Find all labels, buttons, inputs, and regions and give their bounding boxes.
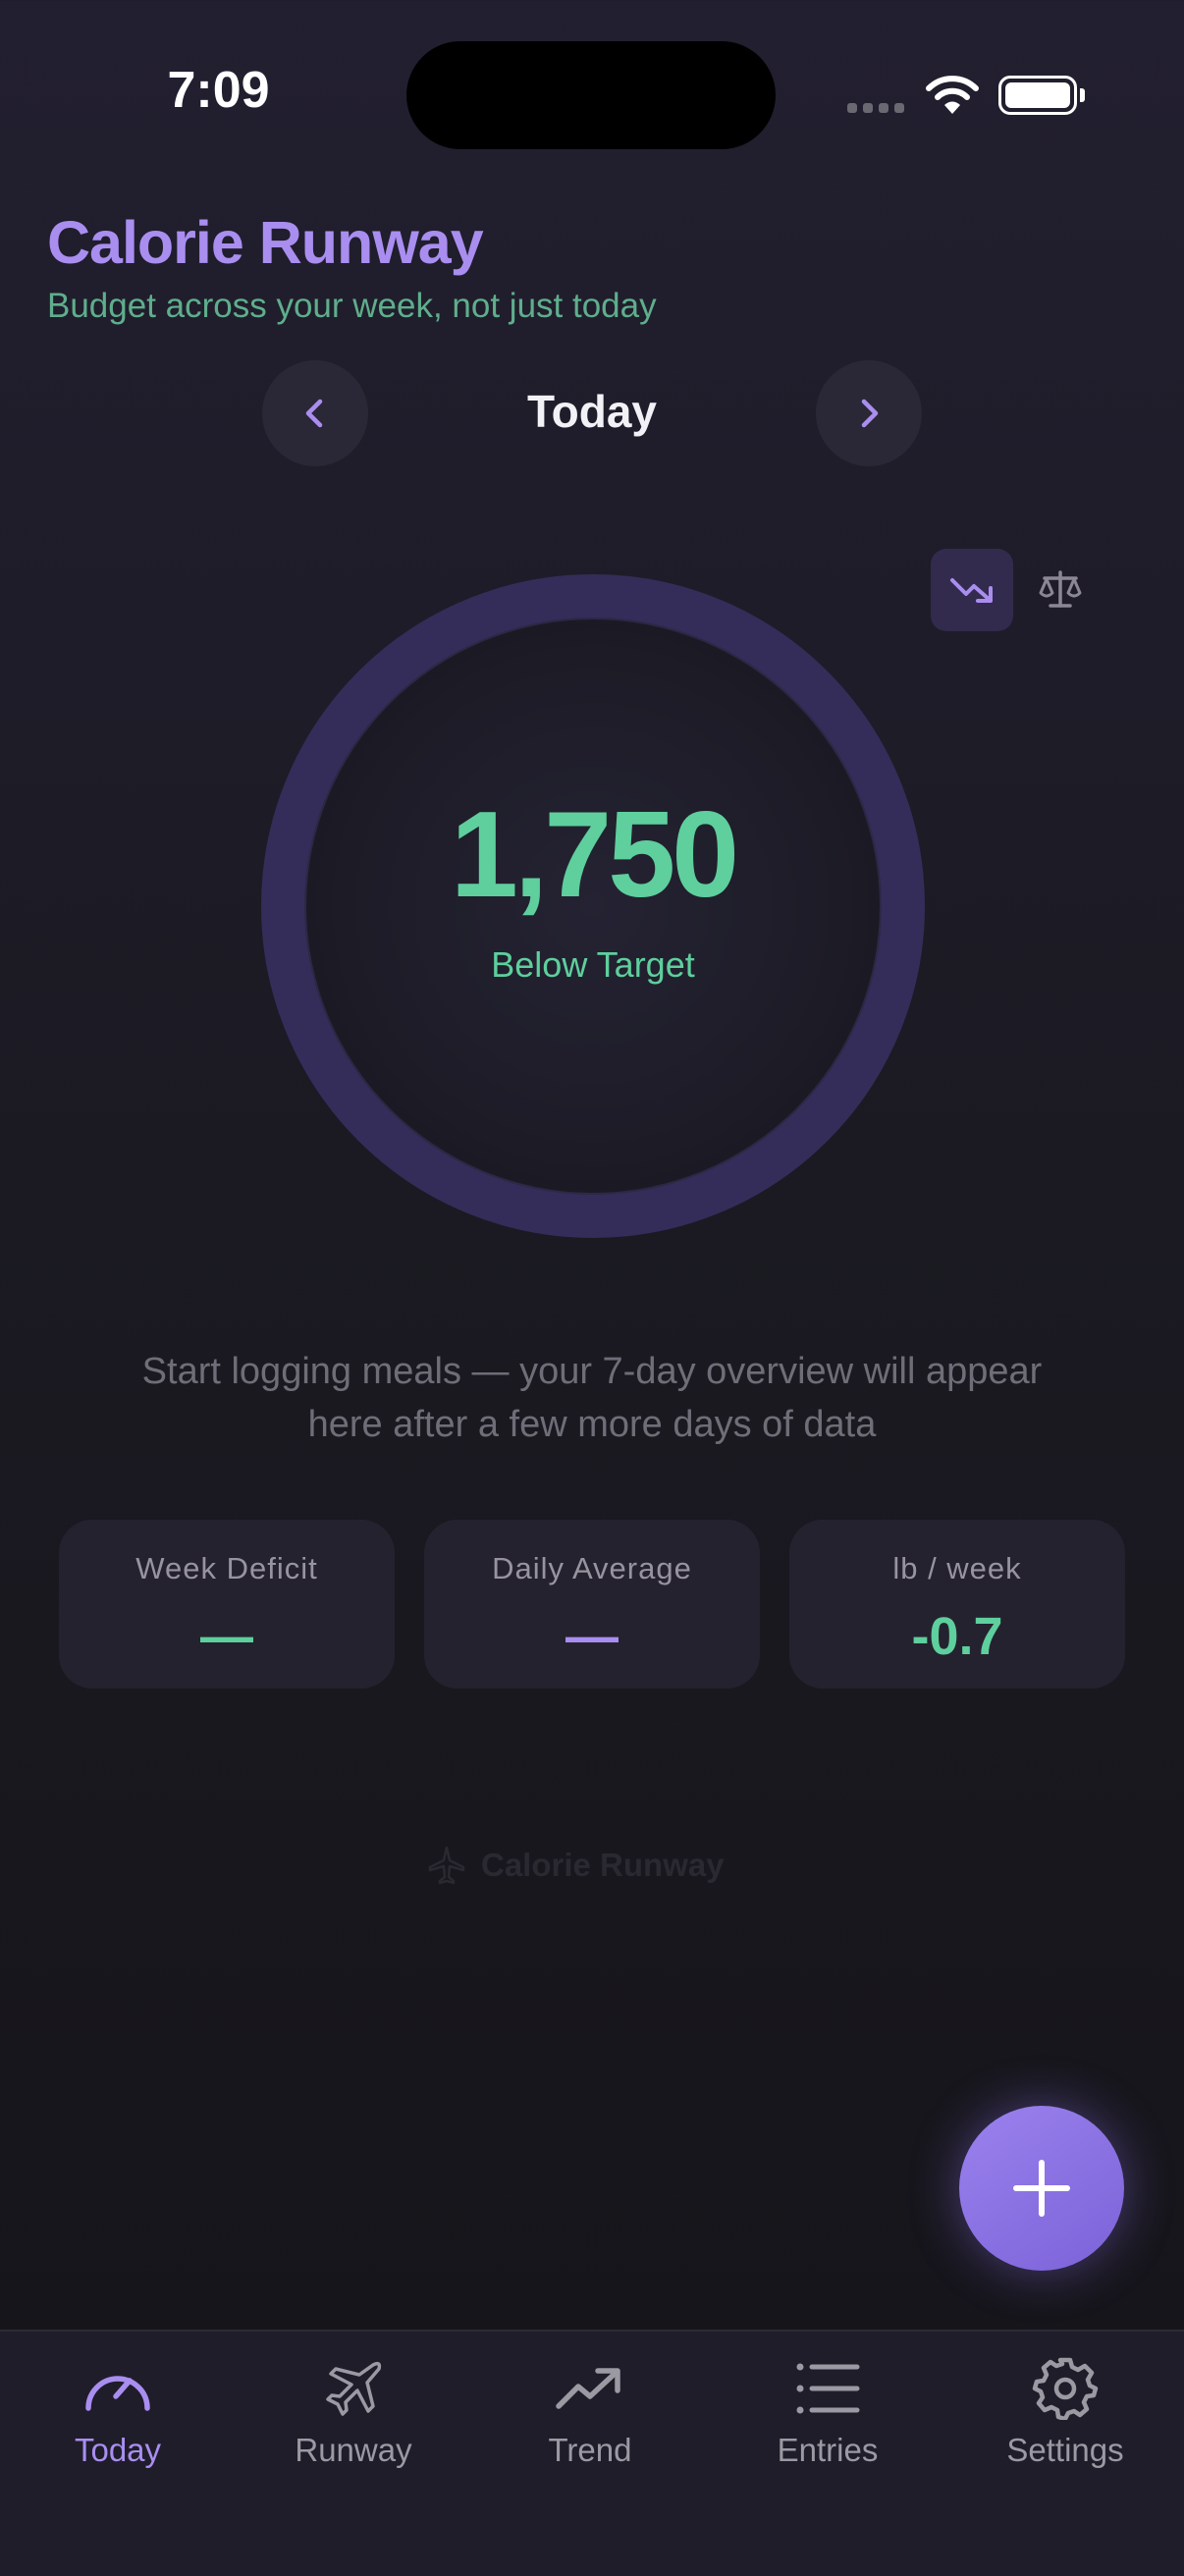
stat-card-week-deficit: Week Deficit — <box>59 1520 395 1689</box>
add-entry-button[interactable] <box>959 2106 1124 2271</box>
list-icon <box>796 2363 860 2414</box>
calorie-value: 1,750 <box>450 787 739 923</box>
tab-label: Settings <box>1006 2432 1124 2468</box>
chevron-right-icon <box>861 399 879 428</box>
battery-cap <box>1080 88 1085 102</box>
tab-trend[interactable]: Trend <box>482 2357 698 2469</box>
trend-down-icon <box>950 578 993 603</box>
stat-card-daily-average: Daily Average — <box>424 1520 760 1689</box>
empty-state-message: Start logging meals — your 7-day overvie… <box>141 1351 1043 1445</box>
calorie-status-label: Below Target <box>491 944 695 985</box>
stat-value: — <box>565 1607 619 1666</box>
tab-settings[interactable]: Settings <box>957 2357 1173 2469</box>
wifi-icon <box>926 76 979 114</box>
dynamic-island <box>406 41 776 149</box>
airplane-icon <box>326 2361 382 2416</box>
stat-label: Daily Average <box>492 1551 692 1585</box>
plus-icon <box>1013 2160 1070 2217</box>
tab-bar: Today Runway Trend Entries Settings <box>0 2330 1184 2576</box>
chevron-left-icon <box>305 399 323 428</box>
stat-card-lb-per-week: lb / week -0.7 <box>789 1520 1125 1689</box>
stat-value: -0.7 <box>911 1607 1003 1666</box>
app-subtitle: Budget across your week, not just today <box>47 287 657 325</box>
tab-runway[interactable]: Runway <box>245 2357 461 2469</box>
stat-label: lb / week <box>892 1551 1022 1585</box>
tab-today[interactable]: Today <box>10 2357 226 2469</box>
battery-icon <box>998 76 1077 115</box>
previous-day-button[interactable] <box>262 360 368 466</box>
stat-label: Week Deficit <box>135 1551 318 1585</box>
watermark-text: Calorie Runway <box>481 1847 725 1883</box>
tab-label: Trend <box>548 2432 632 2468</box>
airplane-icon <box>428 1846 465 1885</box>
gear-icon <box>1032 2357 1099 2420</box>
deficit-mode-button[interactable] <box>931 549 1013 631</box>
balance-mode-button[interactable] <box>1019 549 1102 631</box>
next-day-button[interactable] <box>816 360 922 466</box>
tab-label: Today <box>74 2432 162 2468</box>
date-label: Today <box>526 386 658 437</box>
cellular-signal-icon <box>847 103 908 115</box>
stat-value: — <box>200 1607 253 1666</box>
tab-entries[interactable]: Entries <box>720 2357 936 2469</box>
tab-label: Runway <box>295 2432 412 2468</box>
trend-up-icon <box>556 2368 620 2409</box>
scale-icon <box>1039 570 1082 608</box>
app-title: Calorie Runway <box>47 209 484 276</box>
gauge-icon <box>85 2376 150 2411</box>
status-time: 7:09 <box>167 62 270 119</box>
tab-label: Entries <box>777 2432 879 2468</box>
footer-watermark: Calorie Runway <box>426 1841 725 1890</box>
